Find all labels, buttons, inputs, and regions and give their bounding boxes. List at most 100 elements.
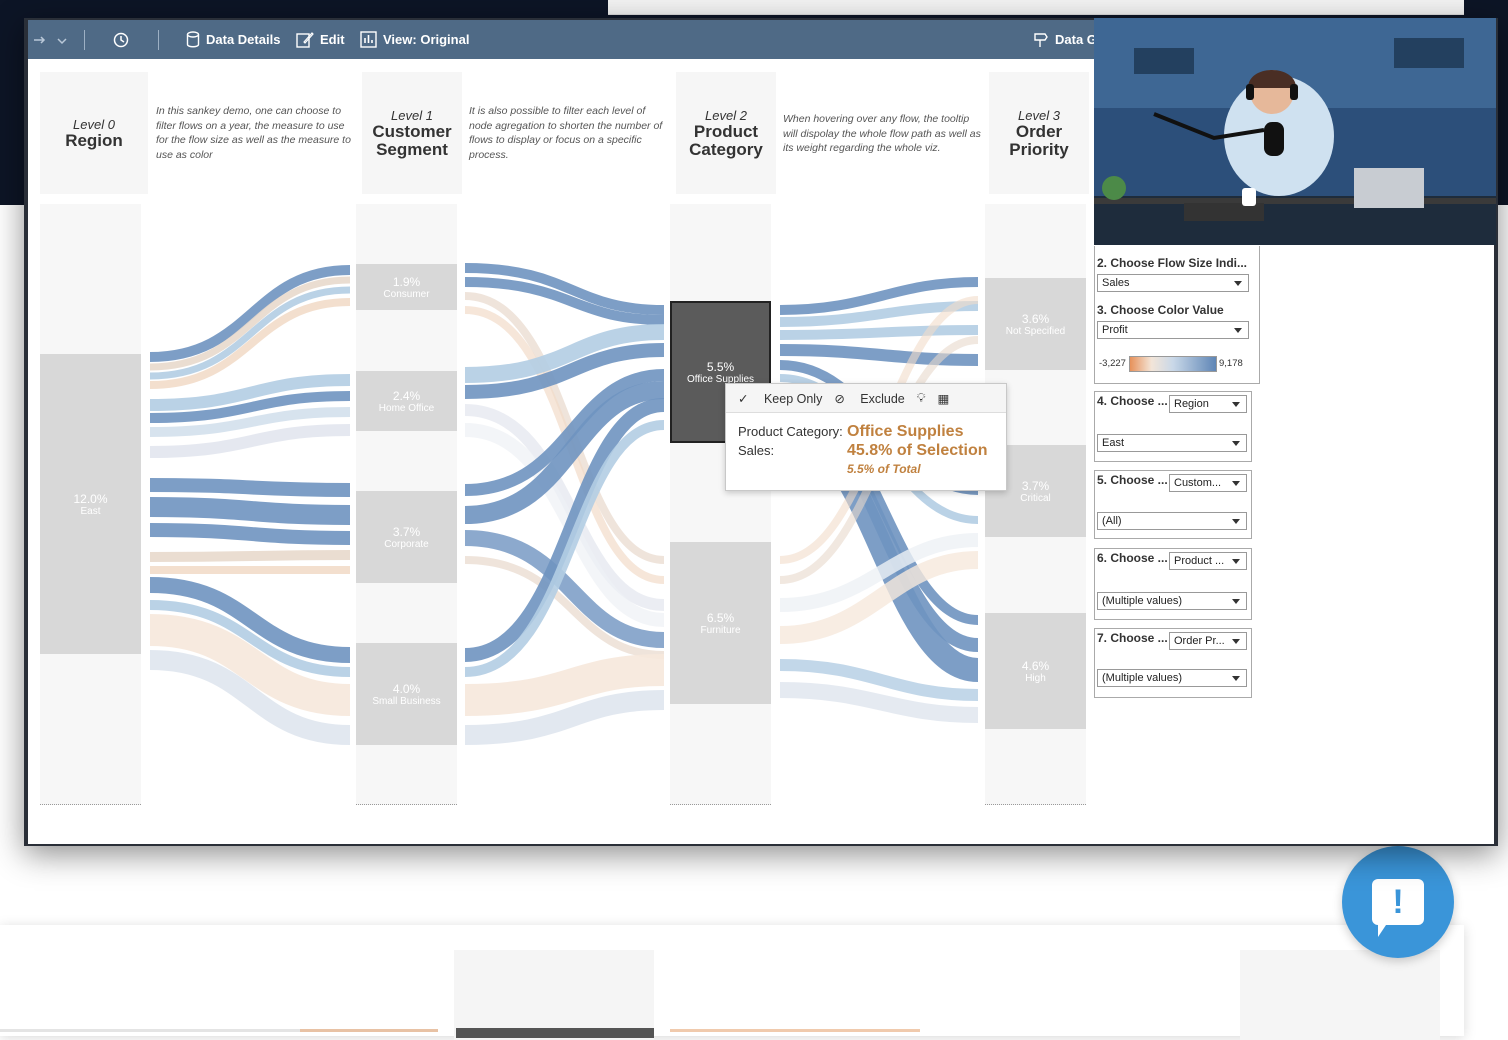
data-guide-button[interactable]: Data G (1032, 20, 1097, 59)
filter-4-value: East (1102, 437, 1125, 449)
webcam-overlay (1094, 18, 1496, 245)
node-pct: 3.7% (392, 524, 421, 539)
chevron-down-icon (1232, 519, 1240, 524)
node-pct: 1.9% (392, 274, 421, 289)
tooltip-sales-label: Sales: (738, 443, 775, 458)
node-segment-consumer[interactable]: 1.9% Consumer (356, 264, 457, 310)
node-priority-high[interactable]: 4.6% High (985, 613, 1086, 729)
filter-5-dimension-dropdown[interactable]: Custom... (1169, 474, 1247, 492)
filter-4-dimension-dropdown[interactable]: Region (1169, 395, 1247, 413)
color-dropdown[interactable]: Profit (1097, 321, 1249, 339)
filter-4-dimension: Region (1174, 398, 1209, 410)
redo-icon (34, 35, 67, 44)
chevron-down-icon (1234, 281, 1242, 286)
presenter-video (1094, 18, 1496, 245)
node-region-east[interactable]: 12.0% East (40, 354, 141, 654)
node-segment-small-business[interactable]: 4.0% Small Business (356, 643, 457, 745)
panel-filter-7: 7. Choose ... Order Pr... (Multiple valu… (1094, 628, 1252, 698)
filter-6-label: 6. Choose ... (1097, 551, 1168, 565)
data-details-label: Data Details (206, 32, 281, 47)
chevron-down-icon (1232, 402, 1240, 407)
database-icon (186, 31, 200, 48)
sankey-dashboard: Level 0 Region In this sankey demo, one … (32, 60, 1260, 842)
node-pct: 4.0% (392, 681, 421, 696)
chevron-down-icon (1234, 328, 1242, 333)
keep-only-label: Keep Only (763, 391, 823, 406)
chevron-down-icon (1232, 676, 1240, 681)
node-name: Critical (1020, 492, 1051, 504)
refresh-icon (113, 32, 129, 47)
filter-6-dimension: Product ... (1174, 555, 1225, 567)
undo-dropdown[interactable] (32, 20, 68, 59)
flow-size-label: 2. Choose Flow Size Indi... (1097, 256, 1248, 270)
node-name: Small Business (372, 695, 441, 707)
node-pct: 6.5% (706, 610, 735, 625)
node-name: Home Office (378, 402, 435, 414)
lightbulb-icon[interactable]: 💡︎ (917, 391, 926, 406)
filter-7-dimension-dropdown[interactable]: Order Pr... (1169, 632, 1247, 650)
legend-min: -3,227 (1099, 358, 1126, 369)
chevron-down-icon (1232, 639, 1240, 644)
view-original-button[interactable]: View: Original (360, 20, 469, 59)
exclude-button[interactable]: ⊘ Exclude (834, 391, 904, 406)
tooltip: ✓ Keep Only ⊘ Exclude 💡︎ ▦ Product Categ… (725, 383, 1007, 491)
node-name: Furniture (700, 624, 741, 636)
edit-icon (296, 32, 314, 48)
chat-button[interactable]: ! (1342, 846, 1454, 958)
node-pct: 12.0% (73, 491, 108, 506)
tooltip-total-value: 5.5% of Total (847, 462, 921, 476)
filter-7-dimension: Order Pr... (1174, 635, 1225, 647)
node-segment-corporate[interactable]: 3.7% Corporate (356, 491, 457, 583)
panel-filter-4: 4. Choose ... Region East (1094, 391, 1252, 462)
edit-button[interactable]: Edit (296, 20, 345, 59)
filter-7-value: (Multiple values) (1102, 672, 1183, 684)
chevron-down-icon (1232, 599, 1240, 604)
color-value: Profit (1102, 324, 1128, 336)
node-name: Not Specified (1005, 325, 1066, 337)
data-details-button[interactable]: Data Details (186, 20, 280, 59)
node-name: Corporate (384, 538, 429, 550)
exclude-label: Exclude (860, 391, 905, 406)
signpost-icon (1034, 33, 1048, 47)
filter-5-label: 5. Choose ... (1097, 473, 1168, 487)
keep-only-button[interactable]: ✓ Keep Only (738, 391, 822, 406)
legend-max: 9,178 (1219, 358, 1243, 369)
node-name: Consumer (383, 288, 430, 300)
node-segment-home-office[interactable]: 2.4% Home Office (356, 371, 457, 431)
filter-4-value-dropdown[interactable]: East (1097, 434, 1247, 452)
node-priority-not-specified[interactable]: 3.6% Not Specified (985, 278, 1086, 370)
flow-size-value: Sales (1102, 277, 1130, 289)
table-view-icon[interactable]: ▦ (938, 391, 950, 406)
color-label: 3. Choose Color Value (1097, 303, 1224, 317)
tooltip-selection-value: 45.8% of Selection (847, 442, 988, 459)
panel-flow-color: 2. Choose Flow Size Indi... Sales 3. Cho… (1094, 246, 1260, 384)
filter-7-label: 7. Choose ... (1097, 631, 1168, 645)
filter-7-value-dropdown[interactable]: (Multiple values) (1097, 669, 1247, 687)
node-pct: 3.6% (1021, 311, 1050, 326)
chevron-down-icon (1232, 559, 1240, 564)
filter-5-value-dropdown[interactable]: (All) (1097, 512, 1247, 530)
node-category-furniture[interactable]: 6.5% Furniture (670, 542, 771, 704)
filter-4-label: 4. Choose ... (1097, 394, 1168, 408)
chat-icon: ! (1372, 879, 1424, 937)
tooltip-category-value: Office Supplies (847, 423, 964, 440)
node-name: East (80, 505, 101, 517)
color-legend-gradient (1129, 356, 1217, 372)
node-pct: 5.5% (706, 359, 735, 374)
tooltip-actions: ✓ Keep Only ⊘ Exclude 💡︎ ▦ (726, 384, 1006, 413)
filter-6-value-dropdown[interactable]: (Multiple values) (1097, 592, 1247, 610)
flow-size-dropdown[interactable]: Sales (1097, 274, 1249, 292)
pause-updates-button[interactable] (112, 20, 130, 59)
node-name: High (1025, 672, 1046, 684)
node-pct: 3.7% (1021, 478, 1050, 493)
chevron-down-icon (1232, 441, 1240, 446)
filter-6-value: (Multiple values) (1102, 595, 1183, 607)
view-icon (360, 31, 377, 48)
filter-5-value: (All) (1102, 515, 1122, 527)
background-sankey-preview (0, 925, 1464, 1040)
view-label: View: Original (383, 32, 470, 47)
filter-6-dimension-dropdown[interactable]: Product ... (1169, 552, 1247, 570)
filter-5-dimension: Custom... (1174, 477, 1222, 489)
background-toolbar-strip (608, 0, 1464, 15)
data-guide-label: Data G (1055, 32, 1097, 47)
